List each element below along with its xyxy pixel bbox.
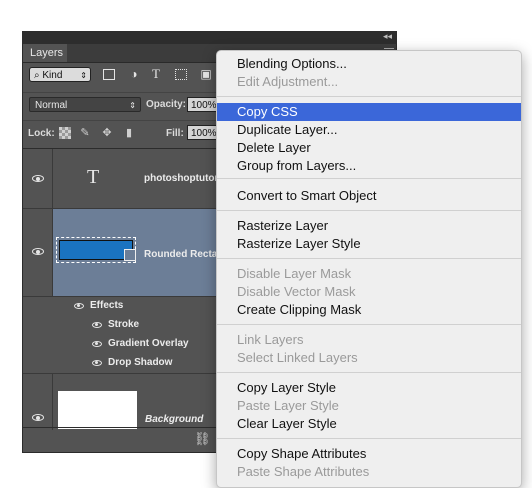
menu-separator [217,438,521,439]
smart-object-filter-icon[interactable]: ▣ [199,67,213,81]
menu-separator [217,178,521,179]
layer-name: Background [145,414,204,425]
stepper-icon: ⇕ [129,101,136,110]
type-filter-icon[interactable]: T [149,67,163,81]
effect-label: Gradient Overlay [108,338,189,349]
lock-transparent-icon[interactable] [59,127,71,139]
opacity-label: Opacity: [146,99,187,110]
text-layer-thumb: T [87,166,100,188]
menu-item-copy-css[interactable]: Copy CSS [217,103,521,121]
menu-item-link-layers: Link Layers [237,332,304,347]
lock-move-icon[interactable]: ✥ [101,127,113,139]
eye-icon[interactable] [32,248,44,255]
menu-item-copy-layer-style[interactable]: Copy Layer Style [217,379,521,397]
menu-separator [217,258,521,259]
link-icon[interactable]: ⛓ [194,431,211,447]
menu-item-convert-smart-object[interactable]: Convert to Smart Object [217,187,521,205]
blend-mode-value: Normal [35,100,68,111]
lock-label: Lock: [28,128,55,139]
layer-name: Rounded Rectan [144,249,224,260]
filter-kind-label: Kind [42,70,63,81]
fill-label: Fill: [166,128,184,139]
visibility-cell [23,374,53,430]
shape-filter-icon[interactable] [175,69,187,80]
menu-item-disable-layer-mask: Disable Layer Mask [237,266,352,281]
menu-item-copy-shape-attributes[interactable]: Copy Shape Attributes [217,445,521,463]
menu-item-blending-options[interactable]: Blending Options... [217,55,521,73]
menu-item-paste-layer-style: Paste Layer Style [237,398,339,413]
visibility-cell [23,209,53,296]
layer-context-menu: Blending Options... Edit Adjustment... C… [216,50,522,488]
menu-item-paste-shape-attributes: Paste Shape Attributes [237,464,370,479]
blend-mode-select[interactable]: Normal ⇕ [29,97,141,112]
menu-item-delete-layer[interactable]: Delete Layer [217,139,521,157]
menu-item-duplicate-layer[interactable]: Duplicate Layer... [217,121,521,139]
menu-item-select-linked-layers: Select Linked Layers [237,350,358,365]
vector-mask-icon [124,249,136,261]
visibility-cell [23,149,53,208]
eye-icon[interactable] [32,175,44,182]
eye-icon[interactable] [32,414,44,421]
menu-separator [217,210,521,211]
menu-item-disable-vector-mask: Disable Vector Mask [237,284,356,299]
effects-label: Effects [90,300,124,311]
background-thumbnail [58,391,137,429]
menu-item-create-clipping-mask[interactable]: Create Clipping Mask [217,301,521,319]
filter-kind-select[interactable]: ⌕ Kind ⇕ [29,67,91,82]
menu-item-edit-adjustment: Edit Adjustment... [237,74,339,89]
eye-icon[interactable] [92,322,102,328]
tab-layers[interactable]: Layers [23,44,67,62]
search-icon: ⌕ [34,70,40,81]
menu-item-rasterize-layer[interactable]: Rasterize Layer [217,217,521,235]
menu-item-clear-layer-style[interactable]: Clear Layer Style [217,415,521,433]
menu-item-rasterize-layer-style[interactable]: Rasterize Layer Style [217,235,521,253]
lock-brush-icon[interactable]: ✎ [79,127,91,139]
shape-thumb-fill [59,240,133,260]
stepper-icon: ⇕ [80,71,87,80]
eye-icon[interactable] [92,360,102,366]
panel-titlebar[interactable]: ◂◂ [23,31,396,44]
menu-separator [217,324,521,325]
adjustment-filter-icon[interactable]: ◑ [127,67,141,81]
eye-icon[interactable] [74,303,84,309]
menu-item-group-from-layers[interactable]: Group from Layers... [217,157,521,175]
collapse-icon[interactable]: ◂◂ [383,31,392,42]
effect-label: Drop Shadow [108,357,173,368]
menu-separator [217,372,521,373]
image-filter-icon[interactable] [103,69,115,80]
effect-label: Stroke [108,319,140,330]
eye-icon[interactable] [92,341,102,347]
lock-all-icon[interactable]: ▮ [123,127,135,139]
menu-separator [217,96,521,97]
layer-name: photoshoptutori [144,173,222,184]
